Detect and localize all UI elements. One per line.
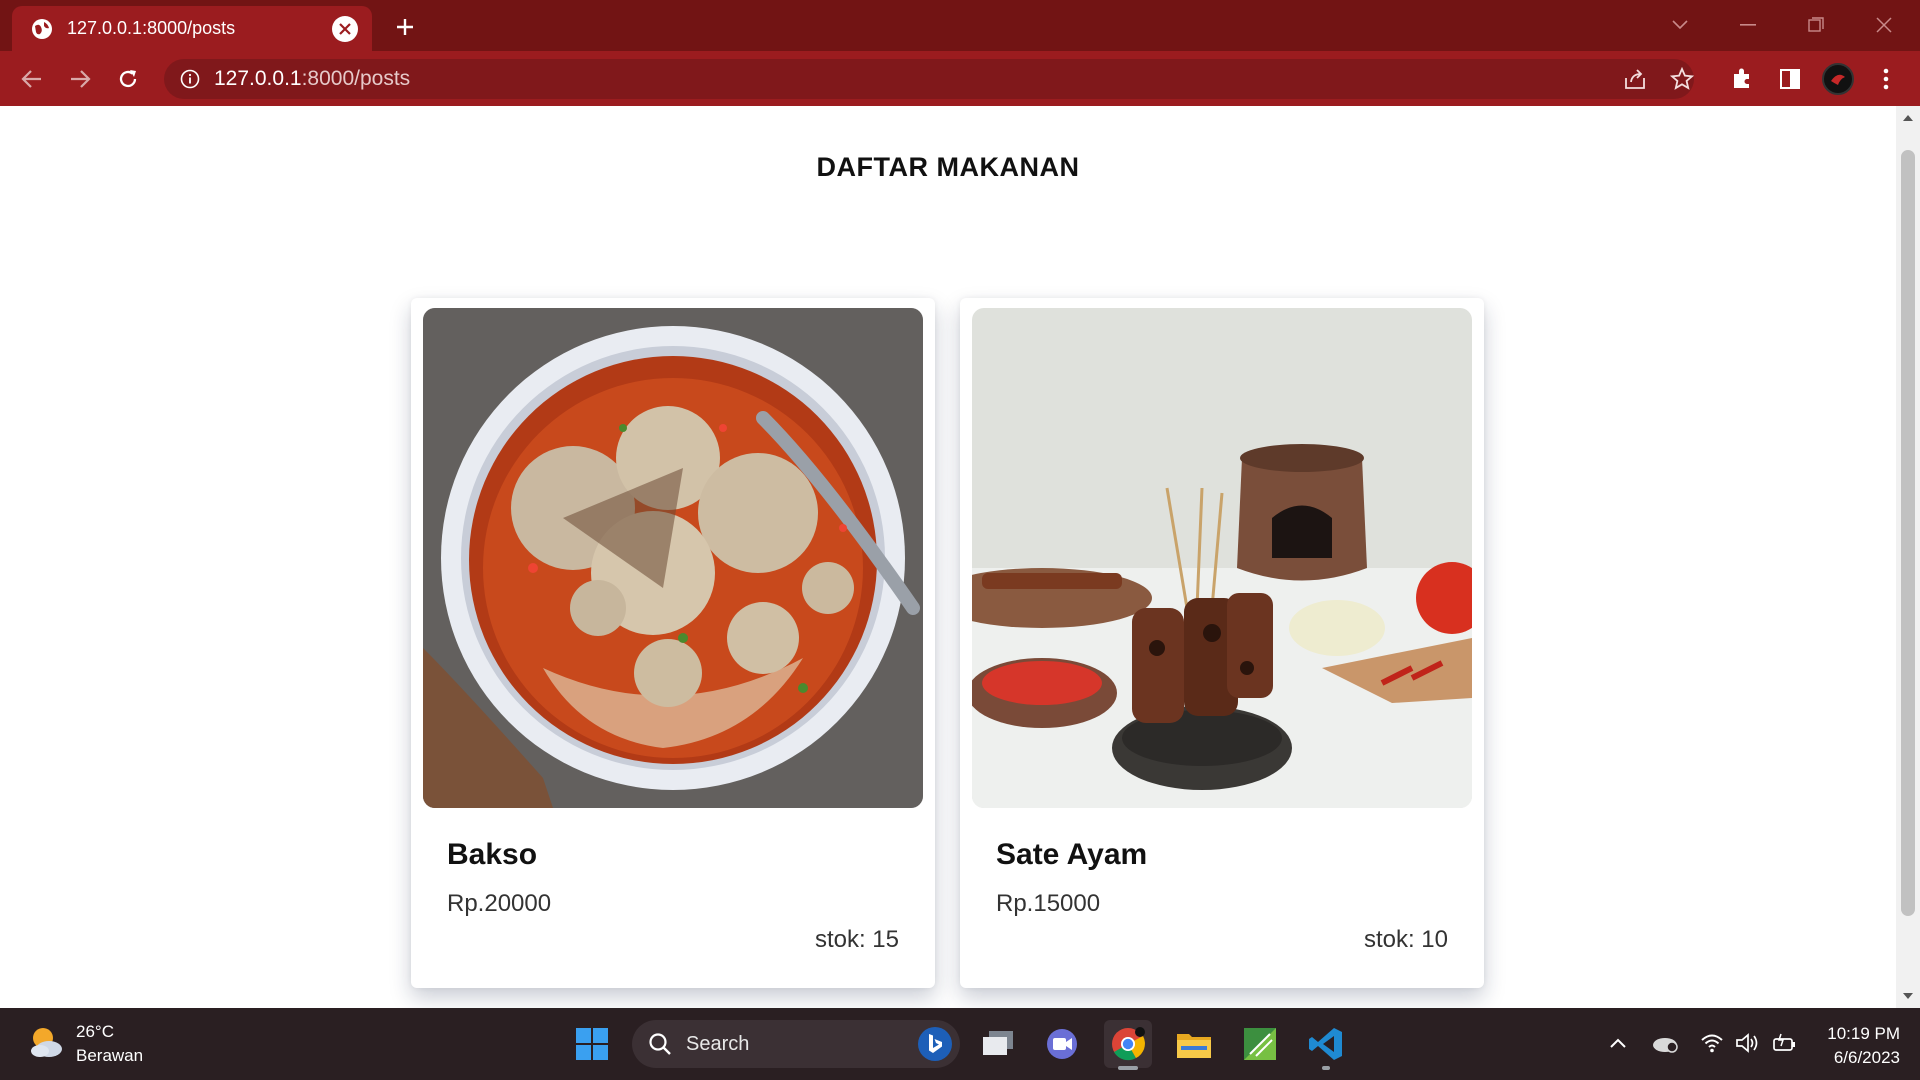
info-icon[interactable] bbox=[178, 67, 202, 91]
profile-avatar[interactable] bbox=[1820, 61, 1856, 97]
taskbar-search[interactable]: Search bbox=[632, 1020, 960, 1068]
scroll-up-arrow-icon[interactable] bbox=[1896, 108, 1920, 128]
browser-toolbar: 127.0.0.1:8000/posts bbox=[0, 51, 1920, 106]
globe-icon bbox=[31, 18, 53, 40]
food-name: Sate Ayam bbox=[996, 838, 1148, 871]
wifi-icon[interactable] bbox=[1697, 1028, 1727, 1058]
share-icon[interactable] bbox=[1620, 64, 1650, 94]
weather-widget[interactable]: 26°C Berawan bbox=[28, 1020, 143, 1068]
clock-date: 6/6/2023 bbox=[1833, 1048, 1900, 1067]
volume-icon[interactable] bbox=[1733, 1028, 1763, 1058]
scroll-down-arrow-icon[interactable] bbox=[1896, 986, 1920, 1006]
scrollbar-thumb[interactable] bbox=[1901, 150, 1915, 916]
windows-start-icon[interactable] bbox=[568, 1020, 616, 1068]
teams-chat-icon[interactable] bbox=[1038, 1020, 1086, 1068]
page-viewport: DAFTAR MAKANAN Bakso Rp.20000 stok: 15 S… bbox=[0, 106, 1896, 1008]
weather-condition: Berawan bbox=[76, 1046, 144, 1065]
bing-icon[interactable] bbox=[918, 1027, 952, 1061]
page-title: DAFTAR MAKANAN bbox=[816, 152, 1080, 182]
food-price: Rp.20000 bbox=[447, 890, 552, 917]
browser-tab-strip: 127.0.0.1:8000/posts bbox=[0, 0, 1920, 51]
browser-tab[interactable]: 127.0.0.1:8000/posts bbox=[12, 6, 372, 51]
search-label: Search bbox=[686, 1032, 750, 1055]
running-app-indicator bbox=[1322, 1066, 1330, 1070]
sate-ayam-photo bbox=[972, 308, 1472, 808]
food-stock: stok: 15 bbox=[814, 926, 899, 953]
chrome-icon[interactable] bbox=[1104, 1020, 1152, 1070]
food-stock: stok: 10 bbox=[1363, 926, 1448, 953]
battery-icon[interactable] bbox=[1770, 1028, 1800, 1058]
food-card[interactable]: Bakso Rp.20000 stok: 15 bbox=[411, 298, 935, 988]
close-tab-icon[interactable] bbox=[332, 15, 358, 42]
reload-icon[interactable] bbox=[110, 61, 146, 97]
partly-cloudy-icon bbox=[28, 1025, 64, 1064]
side-panel-icon[interactable] bbox=[1772, 61, 1808, 97]
restore-icon[interactable] bbox=[1796, 10, 1836, 40]
minimize-icon[interactable] bbox=[1728, 10, 1768, 40]
food-card[interactable]: Sate Ayam Rp.15000 stok: 10 bbox=[960, 298, 1484, 988]
food-price: Rp.15000 bbox=[996, 890, 1101, 917]
weather-temperature: 26°C bbox=[76, 1022, 114, 1041]
active-app-indicator bbox=[1118, 1066, 1138, 1070]
close-window-icon[interactable] bbox=[1864, 10, 1904, 40]
extensions-puzzle-icon[interactable] bbox=[1724, 61, 1760, 97]
url-text[interactable]: 127.0.0.1:8000/posts bbox=[214, 67, 1694, 91]
avatar bbox=[1822, 63, 1854, 95]
show-hidden-icons-chevron-icon[interactable] bbox=[1603, 1028, 1633, 1058]
address-bar[interactable]: 127.0.0.1:8000/posts bbox=[164, 59, 1694, 99]
vscode-icon[interactable] bbox=[1302, 1020, 1350, 1070]
food-name: Bakso bbox=[447, 838, 538, 871]
onedrive-cloud-icon[interactable] bbox=[1650, 1028, 1680, 1058]
tab-title: 127.0.0.1:8000/posts bbox=[67, 18, 236, 38]
menu-dots-icon[interactable] bbox=[1868, 61, 1904, 97]
new-tab-icon[interactable] bbox=[390, 12, 420, 42]
task-view-icon[interactable] bbox=[974, 1020, 1022, 1068]
back-arrow-icon[interactable] bbox=[14, 61, 50, 97]
file-explorer-icon[interactable] bbox=[1170, 1020, 1218, 1068]
search-icon bbox=[648, 1032, 672, 1056]
forward-arrow-icon[interactable] bbox=[62, 61, 98, 97]
tab-search-chevron-icon[interactable] bbox=[1660, 10, 1700, 40]
bakso-photo bbox=[423, 308, 923, 808]
android-studio-icon[interactable] bbox=[1236, 1020, 1284, 1068]
bookmark-star-icon[interactable] bbox=[1667, 64, 1697, 94]
url-host: 127.0.0.1 bbox=[214, 67, 302, 90]
clock-time: 10:19 PM bbox=[1827, 1024, 1900, 1043]
windows-taskbar: 26°C Berawan Search 10:19 PM 6/6/2023 bbox=[0, 1008, 1920, 1080]
url-path: :8000/posts bbox=[301, 67, 411, 90]
page-scrollbar[interactable] bbox=[1896, 106, 1920, 1008]
system-clock[interactable]: 10:19 PM 6/6/2023 bbox=[1820, 1022, 1900, 1070]
